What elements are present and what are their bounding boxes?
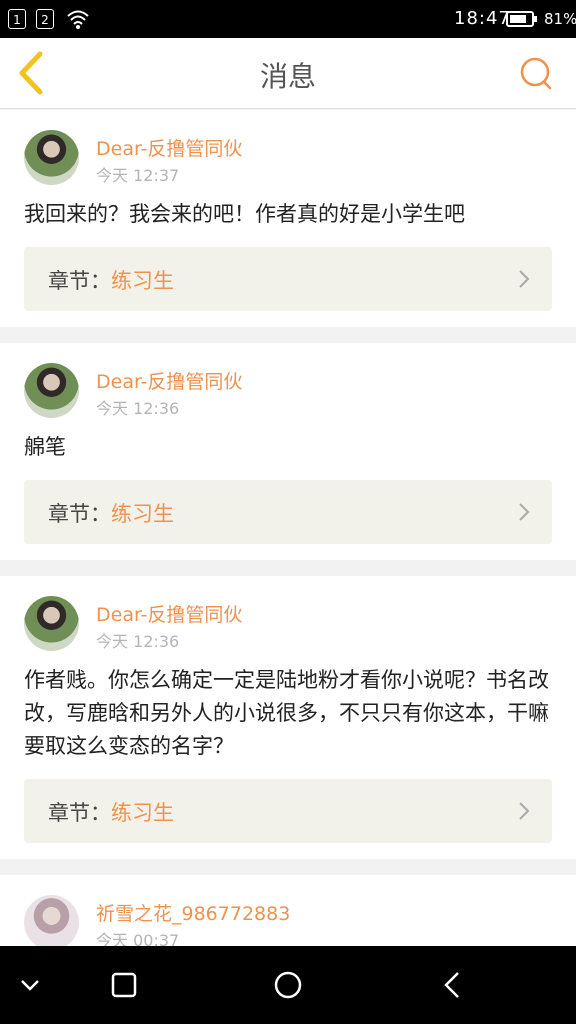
chevron-right-icon [519,802,530,820]
sim2-icon: 2 [36,9,54,29]
battery-percent: 81% [544,10,576,28]
timestamp: 今天 12:36 [96,632,180,651]
system-nav-bar [0,946,576,1024]
username[interactable]: Dear-反撸管同伙 [96,134,242,161]
chapter-link[interactable]: 章节：练习生 [24,480,552,544]
avatar[interactable] [24,895,79,946]
chevron-right-icon [519,270,530,288]
timestamp: 今天 12:36 [96,399,180,418]
message-text: 作者贱。你怎么确定一定是陆地粉才看你小说呢？书名改改，写鹿晗和另外人的小说很多，… [24,668,549,758]
username[interactable]: Dear-反撸管同伙 [96,600,242,627]
sim1-icon: 1 [8,9,26,29]
avatar[interactable] [24,130,79,185]
chapter-name: 练习生 [111,269,174,293]
recent-apps-icon[interactable] [104,968,144,1002]
timestamp: 今天 12:37 [96,166,180,185]
collapse-icon[interactable] [10,968,50,1002]
message-card: Dear-反撸管同伙 今天 12:37 我回来的？我会来的吧！作者真的好是小学生… [0,110,576,327]
battery-icon [506,11,537,27]
message-card: 祈雪之花_986772883 今天 00:37 [0,875,576,946]
username[interactable]: 祈雪之花_986772883 [96,899,290,926]
app-header: 消息 [0,38,576,109]
chevron-right-icon [519,503,530,521]
chapter-label: 章节： [48,269,111,293]
message-list[interactable]: Dear-反撸管同伙 今天 12:37 我回来的？我会来的吧！作者真的好是小学生… [0,110,576,946]
home-icon[interactable] [268,968,308,1002]
back-icon[interactable] [434,968,474,1002]
avatar[interactable] [24,596,79,651]
chapter-label: 章节： [48,502,111,526]
chapter-label: 章节： [48,801,111,825]
message-text: 我回来的？我会来的吧！作者真的好是小学生吧 [24,202,465,226]
message-card: Dear-反撸管同伙 今天 12:36 作者贱。你怎么确定一定是陆地粉才看你小说… [0,576,576,859]
message-card: Dear-反撸管同伙 今天 12:36 艊笔 章节：练习生 [0,343,576,560]
message-text: 艊笔 [24,435,66,459]
status-bar: 1 2 18:47 81% [0,0,576,38]
username[interactable]: Dear-反撸管同伙 [96,367,242,394]
search-icon[interactable] [516,54,556,94]
chapter-name: 练习生 [111,801,174,825]
chapter-link[interactable]: 章节：练习生 [24,247,552,311]
chapter-name: 练习生 [111,502,174,526]
chapter-link[interactable]: 章节：练习生 [24,779,552,843]
page-title: 消息 [259,60,316,93]
timestamp: 今天 00:37 [96,931,180,946]
wifi-icon [67,10,89,29]
clock: 18:47 [454,8,511,29]
avatar[interactable] [24,363,79,418]
